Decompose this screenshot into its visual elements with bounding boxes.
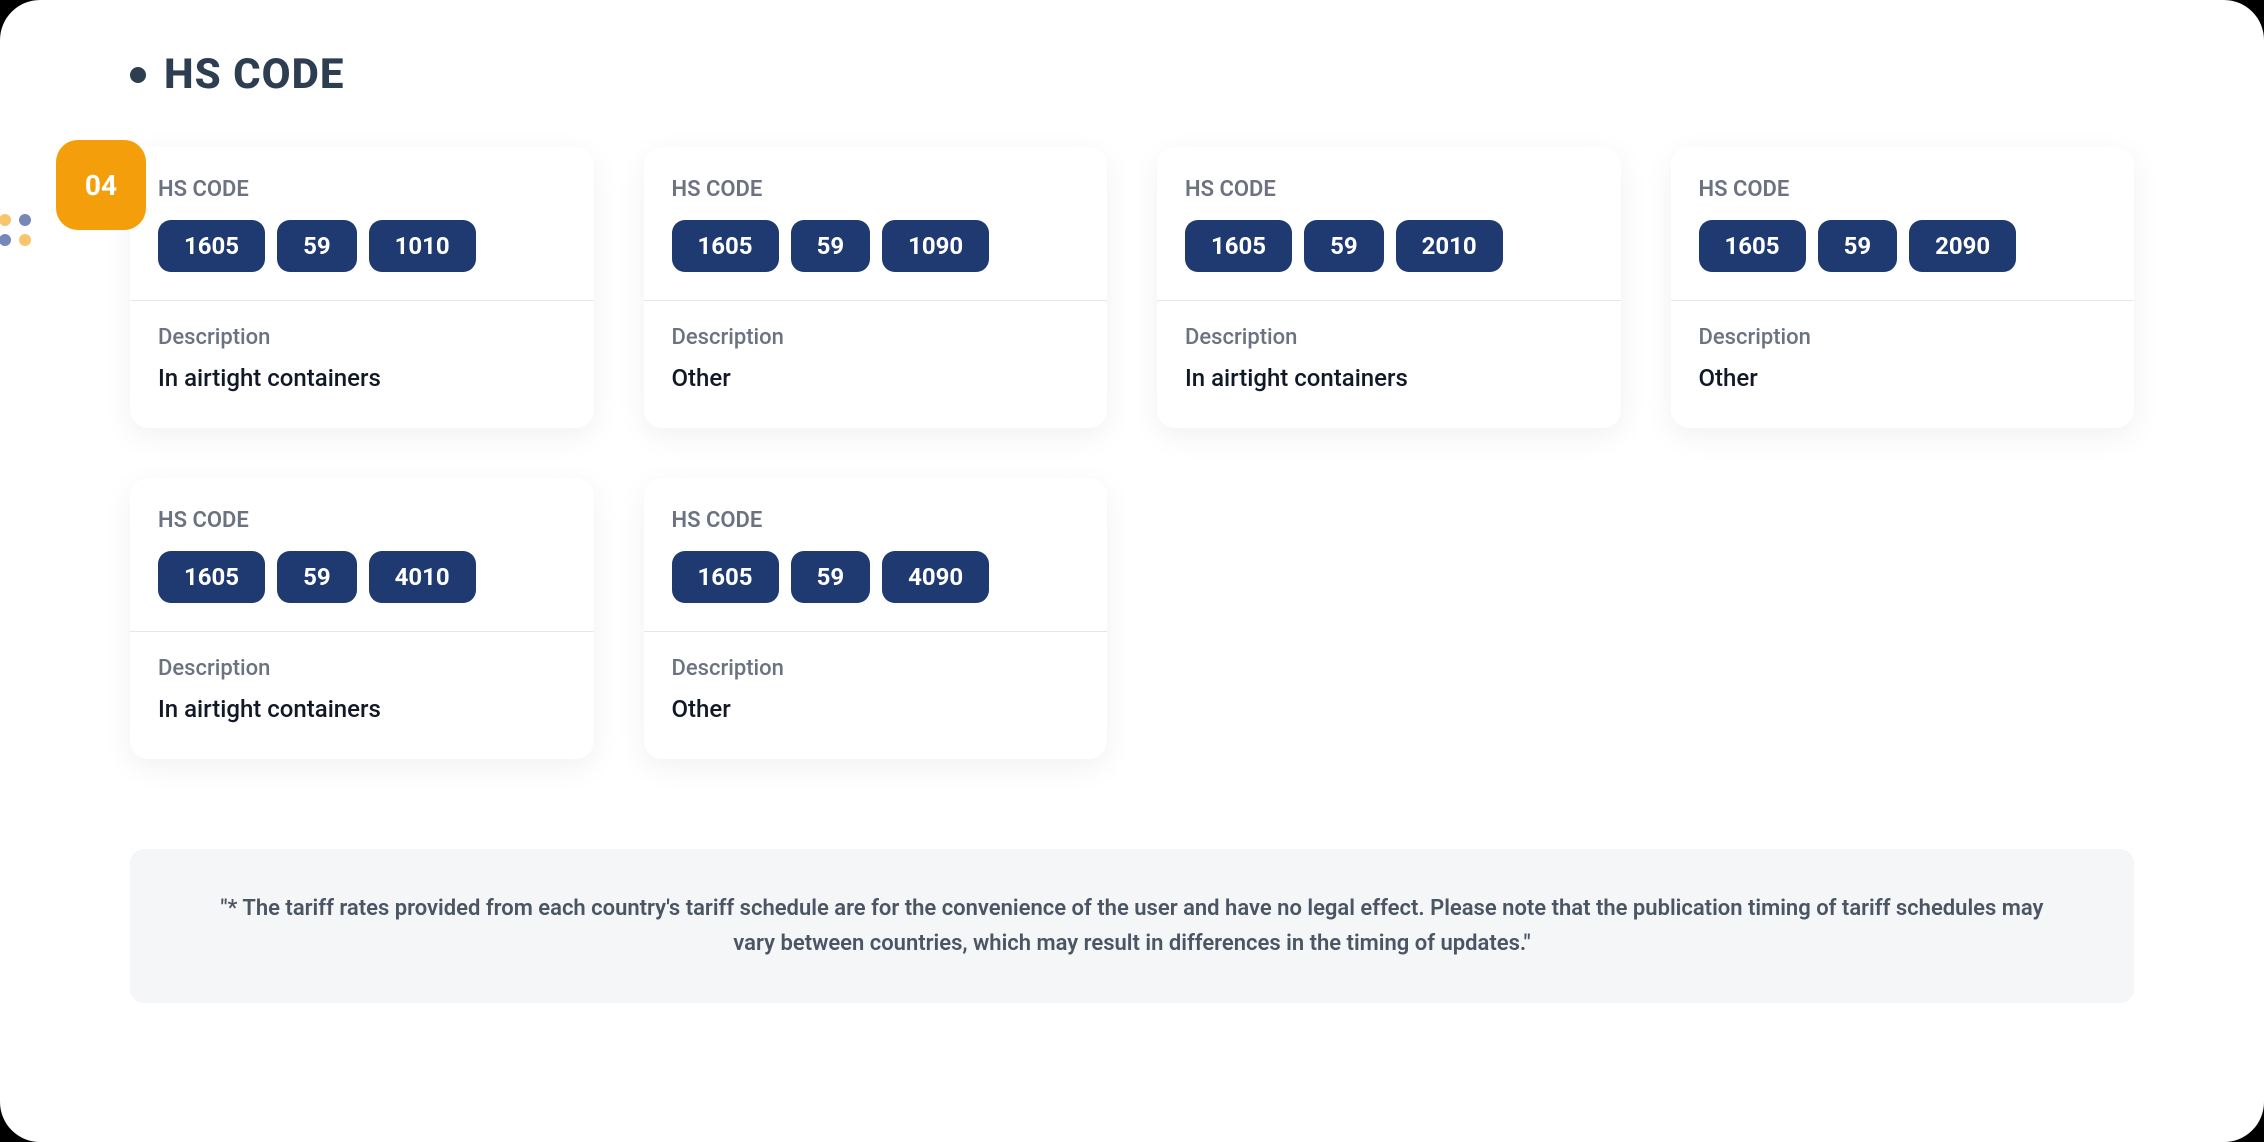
card-divider <box>130 631 594 632</box>
hs-code-card[interactable]: HS CODE 1605591010 Description In airtight … <box>130 147 594 428</box>
description-value: In airtight containers <box>158 695 566 723</box>
description-value: In airtight containers <box>1185 364 1593 392</box>
description-label: Description <box>1185 325 1593 350</box>
card-label: HS CODE <box>672 177 1080 202</box>
code-pill: 2010 <box>1396 220 1503 272</box>
code-pill: 59 <box>791 220 871 272</box>
card-divider <box>1157 300 1621 301</box>
hs-code-card[interactable]: HS CODE 1605591090 Description Other <box>644 147 1108 428</box>
description-label: Description <box>672 656 1080 681</box>
code-pills: 1605592090 <box>1699 220 2107 272</box>
code-pill: 2090 <box>1909 220 2016 272</box>
description-label: Description <box>672 325 1080 350</box>
code-pill: 1605 <box>1699 220 1806 272</box>
card-label: HS CODE <box>158 508 566 533</box>
hs-code-card[interactable]: HS CODE 1605592090 Description Other <box>1671 147 2135 428</box>
description-value: In airtight containers <box>158 364 566 392</box>
decorative-dots-icon <box>0 210 35 260</box>
card-divider <box>1671 300 2135 301</box>
code-pill: 1010 <box>369 220 476 272</box>
hs-code-card[interactable]: HS CODE 1605592010 Description In airtight … <box>1157 147 1621 428</box>
code-pill: 59 <box>277 551 357 603</box>
section-number-badge: 04 <box>56 140 146 230</box>
description-value: Other <box>672 364 1080 392</box>
code-pills: 1605591090 <box>672 220 1080 272</box>
code-pill: 59 <box>791 551 871 603</box>
code-pill: 1090 <box>882 220 989 272</box>
code-pill: 1605 <box>158 551 265 603</box>
code-pill: 1605 <box>672 551 779 603</box>
description-label: Description <box>158 325 566 350</box>
bullet-icon <box>130 67 146 83</box>
card-divider <box>644 300 1108 301</box>
card-divider <box>644 631 1108 632</box>
card-divider <box>130 300 594 301</box>
description-value: Other <box>1699 364 2107 392</box>
card-label: HS CODE <box>158 177 566 202</box>
code-pills: 1605594010 <box>158 551 566 603</box>
hs-code-card[interactable]: HS CODE 1605594090 Description Other <box>644 478 1108 759</box>
disclaimer-note: "* The tariff rates provided from each c… <box>130 849 2134 1003</box>
section-title-text: HS CODE <box>164 50 344 99</box>
code-pills: 1605594090 <box>672 551 1080 603</box>
card-label: HS CODE <box>672 508 1080 533</box>
code-pill: 59 <box>1304 220 1384 272</box>
code-pill: 59 <box>1818 220 1898 272</box>
code-pills: 1605592010 <box>1185 220 1593 272</box>
code-pill: 4010 <box>369 551 476 603</box>
card-label: HS CODE <box>1185 177 1593 202</box>
card-label: HS CODE <box>1699 177 2107 202</box>
code-pill: 1605 <box>672 220 779 272</box>
code-pill: 1605 <box>1185 220 1292 272</box>
code-pills: 1605591010 <box>158 220 566 272</box>
description-label: Description <box>1699 325 2107 350</box>
code-pill: 1605 <box>158 220 265 272</box>
hs-code-card[interactable]: HS CODE 1605594010 Description In airtight … <box>130 478 594 759</box>
section-title: HS CODE <box>130 50 2134 99</box>
cards-grid: HS CODE1605591010DescriptionIn airtight … <box>130 147 2134 759</box>
description-value: Other <box>672 695 1080 723</box>
page-container: HS CODE 04 HS CODE1605591010DescriptionI… <box>0 0 2264 1142</box>
description-label: Description <box>158 656 566 681</box>
code-pill: 4090 <box>882 551 989 603</box>
code-pill: 59 <box>277 220 357 272</box>
